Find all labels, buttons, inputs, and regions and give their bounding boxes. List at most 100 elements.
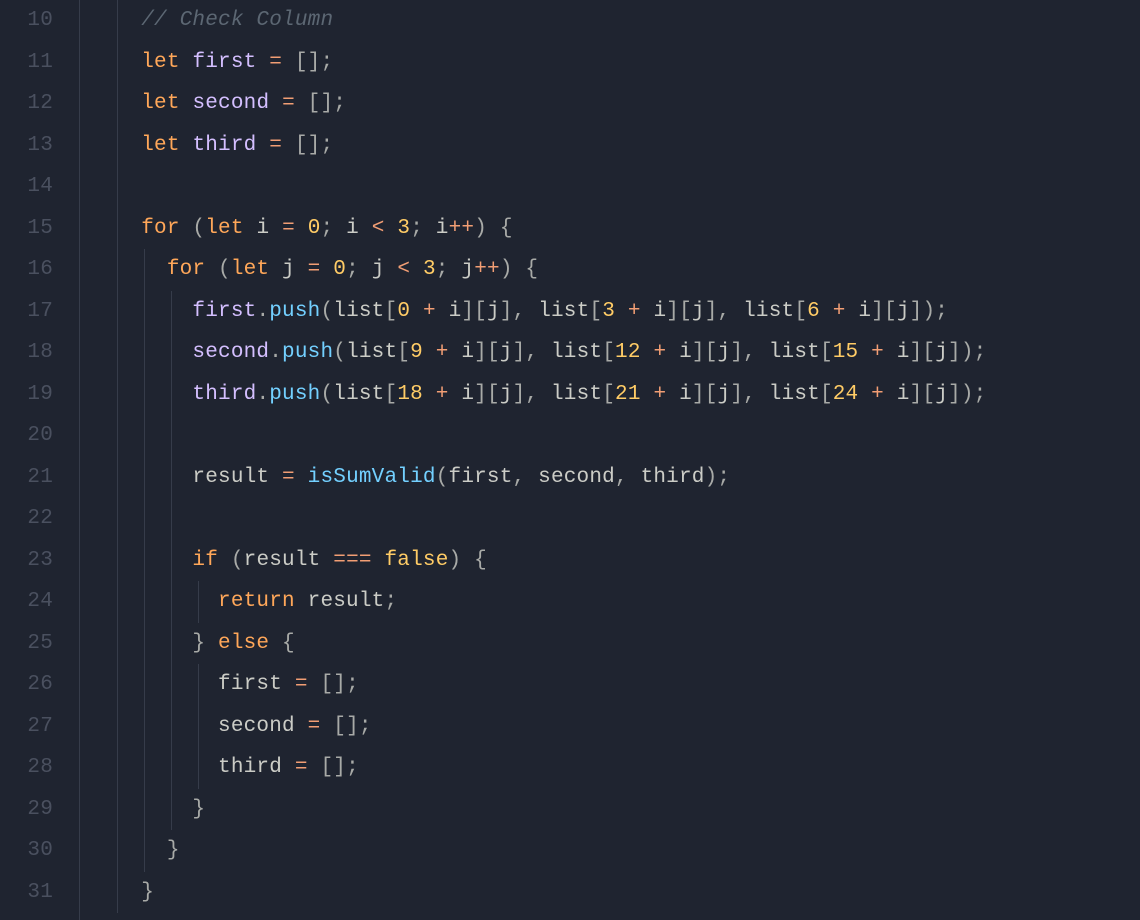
token-keyword: else xyxy=(218,632,269,655)
code-line[interactable]: result = isSumValid(first, second, third… xyxy=(90,457,986,499)
token-punct: } xyxy=(141,881,154,904)
token-punct xyxy=(449,341,462,364)
code-line[interactable] xyxy=(90,498,986,540)
token-identu: i xyxy=(679,341,692,364)
token-punct xyxy=(436,300,449,323)
line-number: 27 xyxy=(0,706,53,748)
token-comment: // Check Column xyxy=(141,9,333,32)
token-punct xyxy=(423,341,436,364)
token-ident: third xyxy=(192,134,256,157)
code-line[interactable]: return result; xyxy=(90,581,986,623)
token-keyword: let xyxy=(141,51,192,74)
line-number: 20 xyxy=(0,415,53,457)
token-punct xyxy=(256,51,269,74)
line-number: 22 xyxy=(0,498,53,540)
token-punct xyxy=(884,341,897,364)
token-identu: i xyxy=(653,300,666,323)
line-number: 16 xyxy=(0,249,53,291)
code-line[interactable]: first = []; xyxy=(90,664,986,706)
token-punct: [ xyxy=(385,300,398,323)
line-number: 26 xyxy=(0,664,53,706)
code-line[interactable]: third = []; xyxy=(90,747,986,789)
token-identu: first xyxy=(449,466,513,489)
code-line[interactable]: let second = []; xyxy=(90,83,986,125)
token-punct: ) { xyxy=(500,258,538,281)
token-op: = xyxy=(308,258,321,281)
token-num: 3 xyxy=(602,300,615,323)
token-identu: list xyxy=(743,300,794,323)
token-num: 3 xyxy=(397,217,410,240)
indent-guide xyxy=(117,208,118,250)
indent-guide xyxy=(117,0,118,42)
token-punct: ; xyxy=(320,134,333,157)
token-punct xyxy=(410,258,423,281)
indent-guide xyxy=(171,581,172,623)
code-line[interactable] xyxy=(90,166,986,208)
token-op: + xyxy=(423,300,436,323)
indent-guide xyxy=(171,789,172,831)
token-ident: first xyxy=(192,51,256,74)
indent xyxy=(90,134,141,157)
indent-guide xyxy=(144,249,145,291)
token-ident: third xyxy=(192,383,256,406)
token-num: 21 xyxy=(615,383,641,406)
token-punct: ][ xyxy=(666,300,692,323)
code-line[interactable]: } else { xyxy=(90,623,986,665)
token-op: = xyxy=(308,715,321,738)
token-num: 0 xyxy=(333,258,346,281)
code-area[interactable]: // Check Column let first = []; let seco… xyxy=(80,0,986,920)
token-punct: ) { xyxy=(474,217,512,240)
line-number: 23 xyxy=(0,540,53,582)
token-identu: j xyxy=(692,300,705,323)
code-line[interactable]: first.push(list[0 + i][j], list[3 + i][j… xyxy=(90,291,986,333)
token-identu: list xyxy=(333,383,384,406)
token-punct: ; xyxy=(321,217,347,240)
code-line[interactable]: for (let i = 0; i < 3; i++) { xyxy=(90,208,986,250)
token-identu: j xyxy=(487,300,500,323)
indent-guide xyxy=(117,872,118,914)
code-line[interactable]: if (result === false) { xyxy=(90,540,986,582)
code-line[interactable]: let first = []; xyxy=(90,42,986,84)
indent xyxy=(90,258,167,281)
token-punct xyxy=(423,383,436,406)
code-line[interactable]: for (let j = 0; j < 3; j++) { xyxy=(90,249,986,291)
token-ident: second xyxy=(192,341,269,364)
token-punct: ], xyxy=(705,300,743,323)
indent-guide xyxy=(117,415,118,457)
indent-guide xyxy=(171,747,172,789)
indent xyxy=(90,175,141,198)
token-punct: ( xyxy=(218,549,244,572)
indent-guide xyxy=(117,125,118,167)
token-punct xyxy=(372,549,385,572)
code-line[interactable]: second = []; xyxy=(90,706,986,748)
indent xyxy=(90,92,141,115)
token-punct: ) { xyxy=(449,549,487,572)
line-number: 14 xyxy=(0,166,53,208)
token-identu: second xyxy=(218,715,295,738)
token-punct: [ xyxy=(820,383,833,406)
token-punct: ][ xyxy=(474,341,500,364)
token-identu: third xyxy=(218,756,282,779)
token-punct: ][ xyxy=(692,383,718,406)
token-identu: list xyxy=(346,341,397,364)
code-line[interactable]: third.push(list[18 + i][j], list[21 + i]… xyxy=(90,374,986,416)
code-line[interactable]: second.push(list[9 + i][j], list[12 + i]… xyxy=(90,332,986,374)
indent xyxy=(90,839,167,862)
indent xyxy=(90,881,141,904)
token-punct xyxy=(820,300,833,323)
line-number: 15 xyxy=(0,208,53,250)
token-identu: i xyxy=(858,300,871,323)
line-number: 29 xyxy=(0,789,53,831)
code-line[interactable]: } xyxy=(90,789,986,831)
code-line[interactable]: let third = []; xyxy=(90,125,986,167)
token-op: < xyxy=(372,217,385,240)
code-line[interactable]: } xyxy=(90,830,986,872)
token-punct: [] xyxy=(308,673,346,696)
token-punct: [ xyxy=(589,300,602,323)
token-identu: list xyxy=(769,341,820,364)
code-line[interactable] xyxy=(90,415,986,457)
code-line[interactable]: } xyxy=(90,872,986,914)
code-line[interactable]: // Check Column xyxy=(90,0,986,42)
code-editor[interactable]: 1011121314151617181920212223242526272829… xyxy=(0,0,1140,920)
token-punct: } xyxy=(192,632,218,655)
